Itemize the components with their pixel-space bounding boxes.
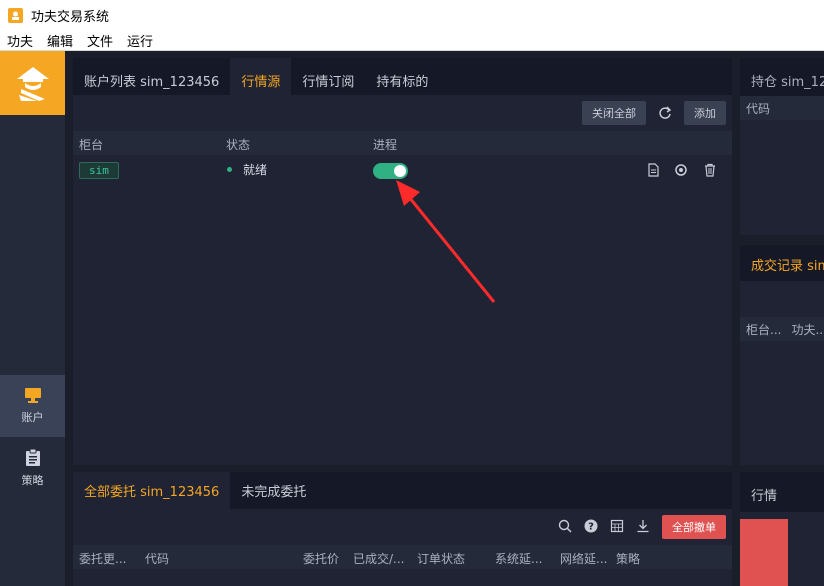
col-status: 状态 [226,138,251,152]
sidebar-item-label: 策略 [21,474,44,487]
trades-col-kungfu: 功夫... [791,323,824,337]
table-header: 柜台 状态 进程 [73,131,732,155]
tab-open-orders[interactable]: 未完成委托 [230,472,317,509]
add-button[interactable]: 添加 [684,101,726,125]
close-all-button[interactable]: 关闭全部 [582,101,646,125]
tab-all-orders[interactable]: 全部委托 sim_123456 [73,472,231,509]
col-strategy: 策略 [616,552,641,566]
positions-col-code: 代码 [740,96,824,120]
col-system-latency: 系统延... [495,552,543,566]
orders-tabs: 全部委托 sim_123456 未完成委托 [73,472,732,509]
menu-run[interactable]: 运行 [127,31,153,50]
refresh-icon[interactable] [658,106,672,120]
title-bar: 功夫交易系统 [0,0,824,31]
cancel-all-button[interactable]: 全部撤单 [662,515,726,539]
logo [0,51,65,115]
quotes-title[interactable]: 行情 [740,472,824,512]
col-price: 委托价 [303,552,340,566]
app-icon [8,8,23,23]
logo-icon [16,67,49,101]
sidebar: 账户 策略 [0,51,65,586]
col-counter: 柜台 [79,138,104,152]
trades-toolbar [740,281,824,317]
sidebar-item-label: 账户 [21,411,44,424]
download-icon[interactable] [636,519,650,533]
status-label: 就绪 [243,163,268,177]
sidebar-item-account[interactable]: 账户 [0,375,65,437]
col-order-status: 订单状态 [417,552,466,566]
document-icon[interactable] [646,163,660,177]
trash-icon[interactable] [703,163,717,177]
window-title: 功夫交易系统 [31,10,110,25]
quote-bar [740,519,788,586]
trades-table-header: 柜台... 功夫... [740,317,824,341]
menu-file[interactable]: 文件 [87,31,113,50]
counter-tag: sim [79,162,119,179]
clipboard-icon [25,448,40,466]
orders-table-header: 委托更... 代码 委托价 已成交/... 订单状态 系统延... 网络延...… [73,545,732,569]
monitor-icon [24,388,41,403]
trades-col-counter: 柜台... [746,323,782,337]
sidebar-item-strategy[interactable]: 策略 [0,437,65,499]
quotes-panel: 行情 [740,472,824,586]
col-code: 代码 [145,552,170,566]
svg-text:?: ? [588,522,594,533]
calculator-icon[interactable] [610,519,624,533]
annotation-arrow [396,180,496,303]
col-network-latency: 网络延... [560,552,608,566]
status-dot [227,167,232,172]
trades-panel: 成交记录 sim_ 柜台... 功夫... [740,245,824,465]
positions-body [740,120,824,235]
col-process: 进程 [373,138,398,152]
col-update-time: 委托更... [79,552,127,566]
menu-bar: 功夫 编辑 文件 运行 [0,31,824,51]
menu-kungfu[interactable]: 功夫 [7,31,33,50]
orders-panel: 全部委托 sim_123456 未完成委托 ? 全部撤单 委托更... 代码 委… [73,472,732,586]
trades-title[interactable]: 成交记录 sim_ [740,245,824,281]
positions-title[interactable]: 持仓 sim_123 [740,58,824,96]
col-filled: 已成交/... [353,552,405,566]
menu-edit[interactable]: 编辑 [47,31,73,50]
help-icon[interactable]: ? [584,519,598,533]
positions-panel: 持仓 sim_123 代码 [740,58,824,235]
search-icon[interactable] [558,519,572,533]
trades-body [740,341,824,465]
settings-icon[interactable] [674,163,688,177]
